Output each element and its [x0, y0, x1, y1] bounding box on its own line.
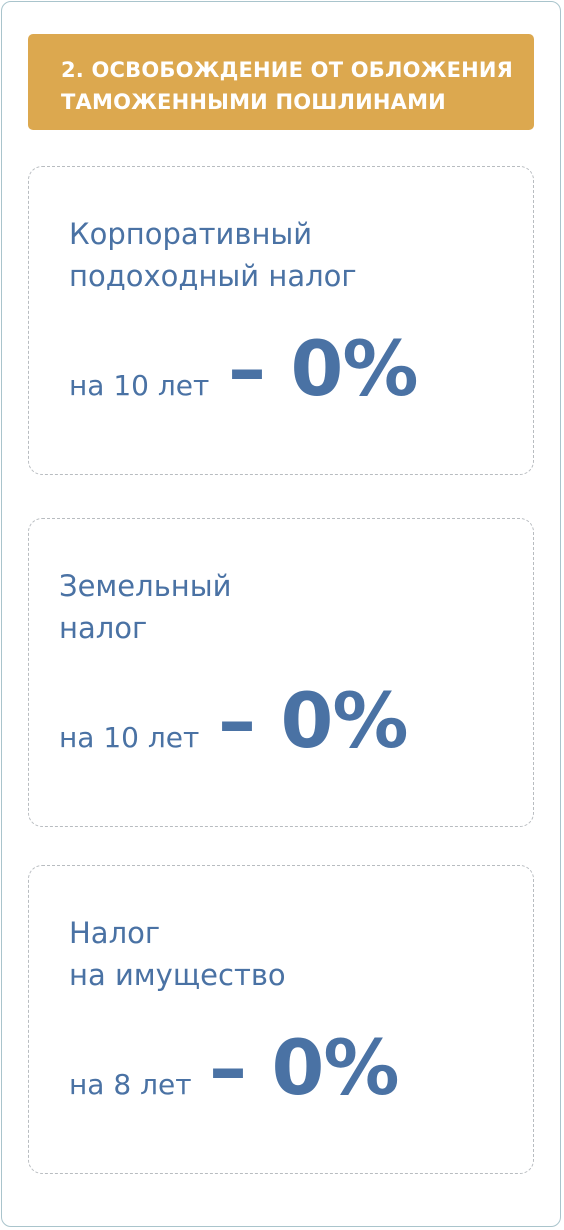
card-title-line-2: подоходный налог — [69, 259, 357, 293]
tax-card-corporate: Корпоративный подоходный налог на 10 лет… — [28, 166, 534, 475]
card-rate: – 0% — [218, 676, 408, 765]
card-title-line-1: Земельный — [59, 569, 232, 603]
tax-card-property: Налог на имущество на 8 лет – 0% — [28, 865, 534, 1174]
section-banner: 2. ОСВОБОЖДЕНИЕ ОТ ОБЛОЖЕНИЯ ТАМОЖЕННЫМИ… — [28, 34, 534, 130]
card-duration: на 8 лет — [69, 1068, 192, 1101]
tax-card-land: Земельный налог на 10 лет – 0% — [28, 518, 534, 827]
card-title-line-2: налог — [59, 611, 148, 645]
banner-line-1: 2. ОСВОБОЖДЕНИЕ ОТ ОБЛОЖЕНИЯ — [61, 58, 514, 82]
card-duration: на 10 лет — [69, 369, 210, 402]
card-title: Корпоративный подоходный налог — [69, 213, 357, 297]
card-duration: на 10 лет — [59, 721, 200, 754]
card-rate: – 0% — [209, 1023, 399, 1112]
card-title-line-1: Корпоративный — [69, 217, 313, 251]
card-title: Земельный налог — [59, 565, 232, 649]
card-title-line-2: на имущество — [69, 958, 286, 992]
card-rate: – 0% — [228, 324, 418, 413]
banner-line-2: ТАМОЖЕННЫМИ ПОШЛИНАМИ — [61, 90, 446, 114]
card-title: Налог на имущество — [69, 912, 286, 996]
card-title-line-1: Налог — [69, 916, 161, 950]
